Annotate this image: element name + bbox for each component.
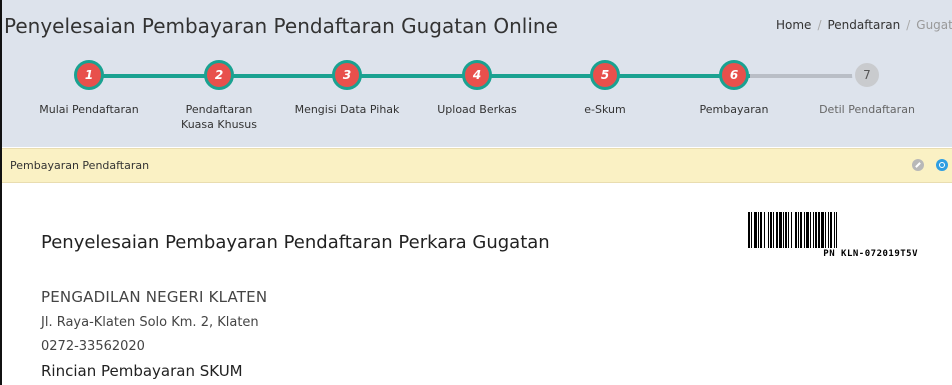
breadcrumb-separator: / <box>817 18 822 32</box>
court-name: PENGADILAN NEGERI KLATEN <box>41 288 268 306</box>
step-6-circle: 6 <box>719 60 749 90</box>
step-1-label: Mulai Pendaftaran <box>39 103 139 116</box>
step-4-label: Upload Berkas <box>437 103 517 116</box>
refresh-icon[interactable] <box>936 159 948 171</box>
step-2-circle: 2 <box>204 60 234 90</box>
step-4[interactable]: 4 Upload Berkas <box>417 60 537 117</box>
panel-title: Pembayaran Pendaftaran <box>10 159 150 172</box>
barcode-text: PN KLN-072019T5V <box>823 249 918 259</box>
step-1[interactable]: 1 Mulai Pendaftaran <box>29 60 149 117</box>
step-7-label: Detil Pendaftaran <box>819 103 915 116</box>
step-6[interactable]: 6 Pembayaran <box>674 60 794 117</box>
breadcrumb-gugatan: Gugatan <box>916 18 952 32</box>
step-2[interactable]: 2 Pendaftaran Kuasa Khusus <box>159 60 279 132</box>
step-1-circle: 1 <box>74 60 104 90</box>
step-3-circle: 3 <box>332 60 362 90</box>
step-5-label: e-Skum <box>584 103 626 116</box>
step-7: 7 Detil Pendaftaran <box>807 60 927 117</box>
page-title: Penyelesaian Pembayaran Pendaftaran Guga… <box>4 14 558 38</box>
breadcrumb: Home / Pendaftaran / Gugatan <box>776 18 952 32</box>
court-phone: 0272-33562020 <box>41 339 145 354</box>
panel-header: Pembayaran Pendaftaran <box>0 148 952 183</box>
collapse-icon[interactable] <box>912 159 924 171</box>
court-address: Jl. Raya-Klaten Solo Km. 2, Klaten <box>41 315 259 330</box>
step-5-circle: 5 <box>590 60 620 90</box>
breadcrumb-separator: / <box>906 18 911 32</box>
breadcrumb-pendaftaran[interactable]: Pendaftaran <box>827 18 900 32</box>
step-3-label: Mengisi Data Pihak <box>294 103 400 116</box>
breadcrumb-home[interactable]: Home <box>776 18 811 32</box>
page-header-area: Penyelesaian Pembayaran Pendaftaran Guga… <box>0 0 952 147</box>
step-2-label: Pendaftaran Kuasa Khusus <box>181 103 257 131</box>
step-3[interactable]: 3 Mengisi Data Pihak <box>287 60 407 117</box>
document-title: Penyelesaian Pembayaran Pendaftaran Perk… <box>41 232 550 253</box>
registration-stepper: 1 Mulai Pendaftaran 2 Pendaftaran Kuasa … <box>0 60 952 150</box>
step-4-circle: 4 <box>462 60 492 90</box>
barcode: PN KLN-072019T5V <box>748 212 918 259</box>
barcode-bars <box>748 212 918 248</box>
step-5[interactable]: 5 e-Skum <box>545 60 665 117</box>
step-7-circle: 7 <box>852 60 882 90</box>
step-6-label: Pembayaran <box>699 103 769 116</box>
section-heading: Rincian Pembayaran SKUM <box>41 362 243 380</box>
